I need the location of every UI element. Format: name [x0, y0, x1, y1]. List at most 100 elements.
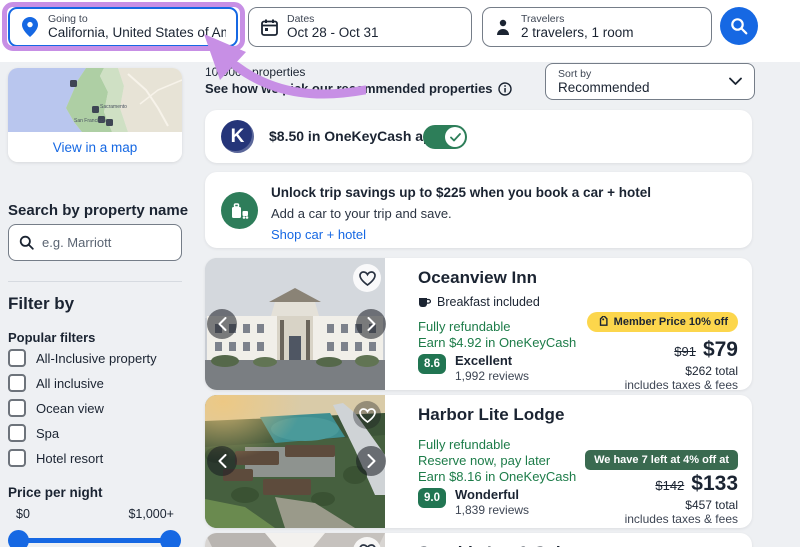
hotel-name: Oceanview Inn — [418, 268, 537, 288]
filter-label: All-Inclusive property — [36, 351, 157, 366]
favorite-heart-icon[interactable] — [353, 401, 381, 429]
checkbox[interactable] — [8, 374, 26, 392]
amenity-text: Breakfast included — [437, 295, 540, 309]
promo-subtitle: Add a car to your trip and save. — [271, 206, 452, 221]
onekey-logo-letter: K — [231, 126, 245, 148]
carousel-next-button[interactable] — [356, 446, 386, 476]
fees-note: includes taxes & fees — [625, 512, 738, 526]
price-tag-icon — [597, 316, 609, 328]
total-price: $262 total — [685, 364, 738, 378]
member-price-text: Member Price 10% off — [614, 316, 728, 328]
amenity-row: Breakfast included — [418, 295, 540, 309]
sort-dropdown[interactable]: Sort by Recommended — [545, 63, 755, 100]
urgency-badge: We have 7 left at 4% off at — [585, 450, 738, 470]
price-row: $91 $79 — [674, 338, 738, 362]
filter-spa[interactable]: Spa — [8, 423, 59, 443]
search-icon — [19, 235, 34, 250]
search-button[interactable] — [720, 7, 758, 45]
review-count: 1,992 reviews — [455, 369, 529, 383]
hotel-card-harbor-lite-lodge[interactable]: Harbor Lite Lodge Fully refundable Reser… — [205, 395, 752, 528]
checkbox[interactable] — [8, 349, 26, 367]
view-in-map-link[interactable]: View in a map — [8, 132, 182, 162]
destination-label: Going to — [48, 13, 226, 25]
location-pin-icon — [20, 17, 40, 37]
travelers-field[interactable]: Travelers 2 travelers, 1 room — [482, 7, 712, 47]
perk-onekeycash: Earn $4.92 in OneKeyCash — [418, 335, 576, 350]
destination-value: California, United States of Ameri... — [48, 25, 226, 41]
hotel-name: Seaside Inn & Suites — [418, 543, 585, 547]
perk-pay-later: Reserve now, pay later — [418, 453, 550, 468]
filter-ocean-view[interactable]: Ocean view — [8, 398, 104, 418]
price-max-label: $1,000+ — [100, 507, 174, 521]
price-slider-track[interactable] — [18, 538, 170, 543]
carousel-prev-button[interactable] — [207, 446, 237, 476]
rating-score-badge: 8.6 — [418, 354, 446, 374]
old-price: $91 — [674, 344, 696, 359]
filter-label: All inclusive — [36, 376, 104, 391]
property-search-input[interactable] — [42, 235, 171, 250]
hotel-card-seaside-inn-suites[interactable]: Seaside Inn & Suites — [205, 533, 752, 547]
breakfast-icon — [418, 296, 431, 308]
hotel-name: Harbor Lite Lodge — [418, 405, 564, 425]
results-count: 10,000+ properties — [205, 65, 305, 79]
luggage-car-icon — [221, 192, 258, 229]
filter-all-inclusive[interactable]: All inclusive — [8, 373, 104, 393]
fees-note: includes taxes & fees — [625, 378, 738, 390]
price-slider-handle-max[interactable] — [160, 530, 181, 547]
recommended-note[interactable]: See how we pick our recommended properti… — [205, 81, 512, 96]
calendar-icon — [259, 17, 279, 37]
search-bar: Going to California, United States of Am… — [0, 0, 800, 62]
total-price: $457 total — [685, 498, 738, 512]
price-min-label: $0 — [16, 507, 30, 521]
filter-label: Ocean view — [36, 401, 104, 416]
onekeycash-toggle[interactable] — [423, 125, 467, 149]
filter-all-inclusive-property[interactable]: All-Inclusive property — [8, 348, 157, 368]
carousel-next-button[interactable] — [356, 309, 386, 339]
perk-refundable: Fully refundable — [418, 319, 511, 334]
toggle-knob — [445, 127, 465, 147]
map-preview-card[interactable]: Sacramento San Francisco View in a map — [8, 68, 182, 162]
perk-refundable: Fully refundable — [418, 437, 511, 452]
info-icon[interactable] — [498, 82, 512, 96]
filter-label: Hotel resort — [36, 451, 103, 466]
rating-score-badge: 9.0 — [418, 488, 446, 508]
old-price: $142 — [655, 478, 684, 493]
rating-label: Wonderful — [455, 487, 519, 502]
member-price-badge: Member Price 10% off — [587, 312, 738, 332]
filter-by-heading: Filter by — [8, 294, 74, 314]
dates-value: Oct 28 - Oct 31 — [287, 25, 379, 41]
checkbox[interactable] — [8, 399, 26, 417]
shop-car-hotel-link[interactable]: Shop car + hotel — [271, 227, 366, 242]
sidebar-divider — [8, 281, 182, 282]
recommended-note-text: See how we pick our recommended properti… — [205, 81, 493, 96]
onekey-logo: K — [221, 120, 254, 153]
dates-label: Dates — [287, 13, 379, 25]
chevron-down-icon — [729, 77, 742, 86]
checkbox[interactable] — [8, 449, 26, 467]
price-slider-handle-min[interactable] — [8, 530, 29, 547]
current-price: $79 — [703, 338, 738, 362]
price-per-night-heading: Price per night — [8, 485, 103, 500]
current-price: $133 — [691, 472, 738, 496]
review-count: 1,839 reviews — [455, 503, 529, 517]
filter-hotel-resort[interactable]: Hotel resort — [8, 448, 103, 468]
sort-label: Sort by — [558, 68, 742, 80]
car-hotel-promo-banner: Unlock trip savings up to $225 when you … — [205, 172, 752, 248]
price-row: $142 $133 — [655, 472, 738, 496]
rating-label: Excellent — [455, 353, 512, 368]
carousel-prev-button[interactable] — [207, 309, 237, 339]
hotel-card-oceanview-inn[interactable]: Oceanview Inn Breakfast included Fully r… — [205, 258, 752, 390]
property-search-heading: Search by property name — [8, 202, 188, 219]
travelers-value: 2 travelers, 1 room — [521, 25, 634, 41]
favorite-heart-icon[interactable] — [353, 264, 381, 292]
perk-onekeycash: Earn $8.16 in OneKeyCash — [418, 469, 576, 484]
filter-label: Spa — [36, 426, 59, 441]
traveler-icon — [493, 17, 513, 37]
destination-field[interactable]: Going to California, United States of Am… — [8, 7, 238, 47]
promo-title: Unlock trip savings up to $225 when you … — [271, 185, 651, 200]
map-image — [8, 68, 182, 132]
popular-filters-heading: Popular filters — [8, 330, 95, 345]
checkbox[interactable] — [8, 424, 26, 442]
onekeycash-banner: K $8.50 in OneKeyCash applied — [205, 110, 752, 163]
dates-field[interactable]: Dates Oct 28 - Oct 31 — [248, 7, 472, 47]
